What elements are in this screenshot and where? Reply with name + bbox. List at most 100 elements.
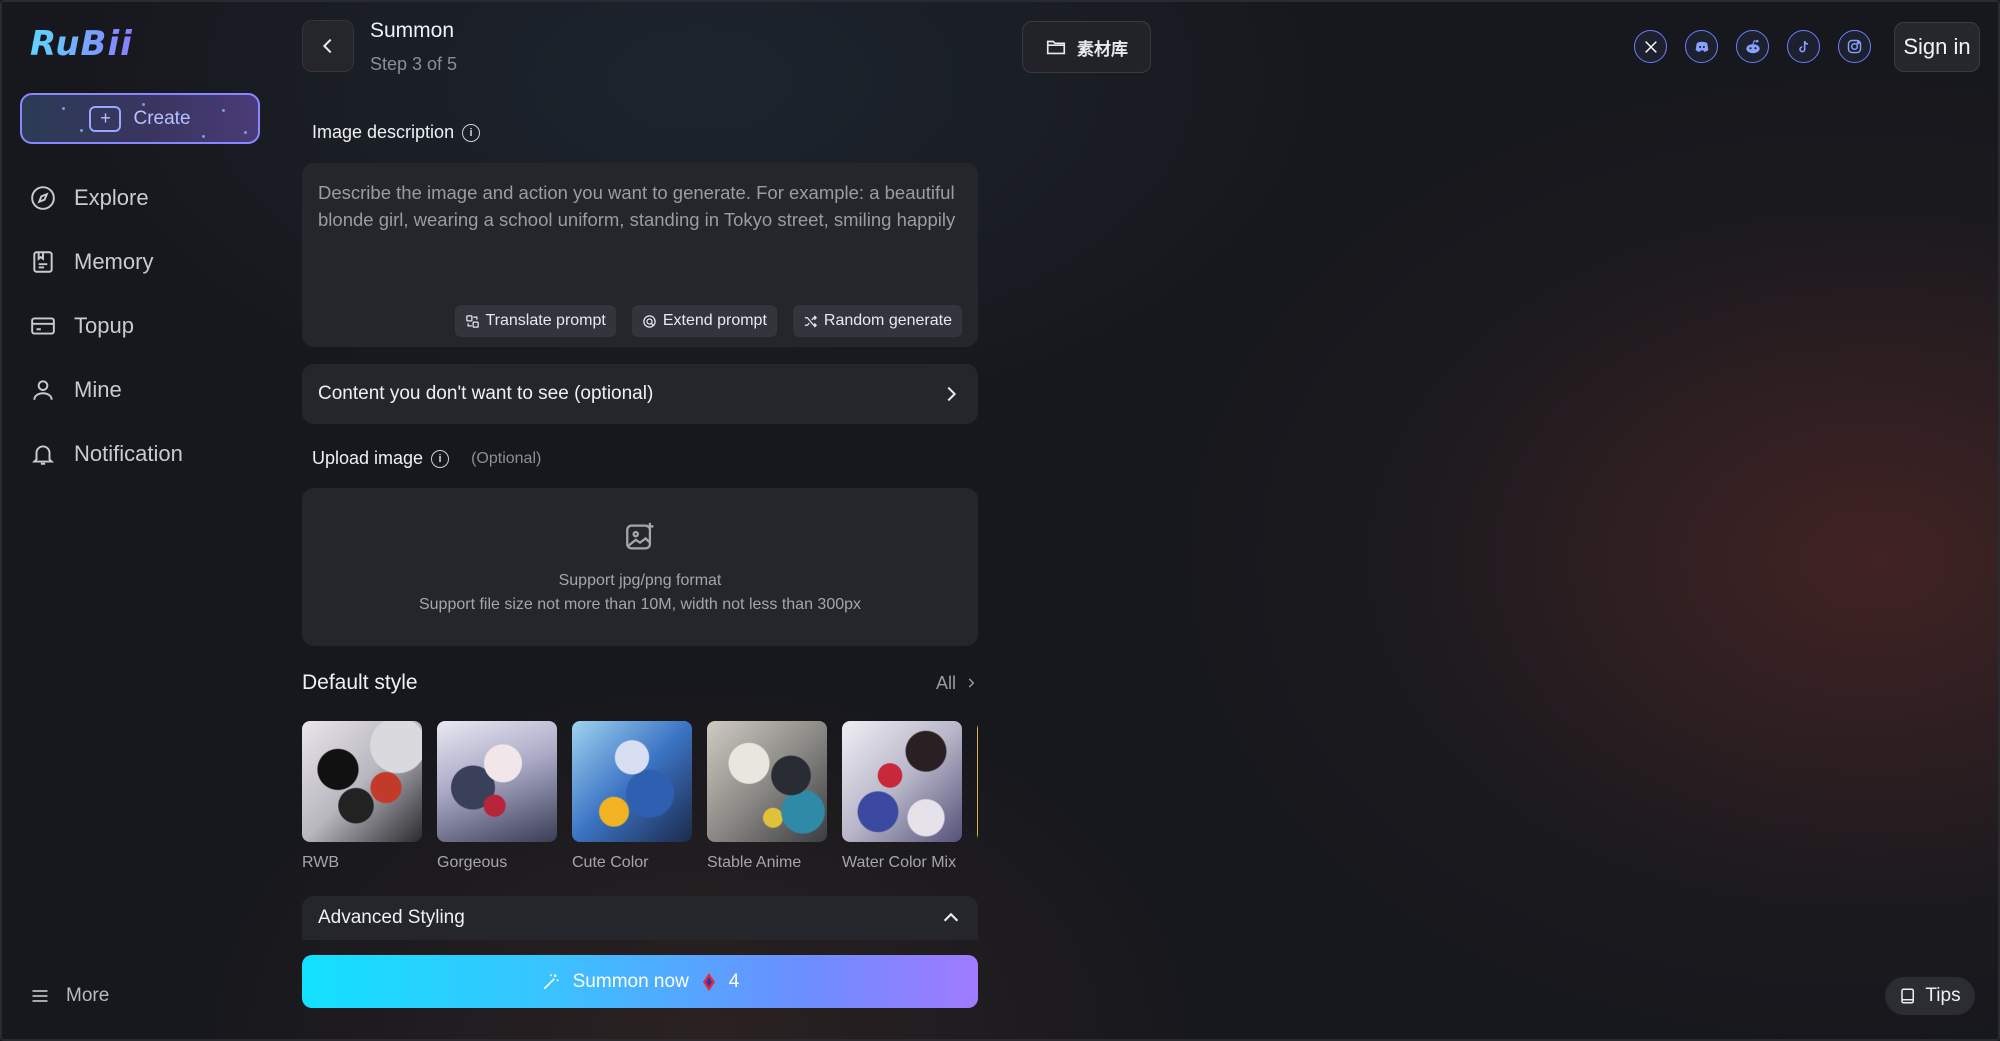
translate-prompt-button[interactable]: Translate prompt: [454, 305, 616, 337]
upload-dropzone[interactable]: Support jpg/png format Support file size…: [302, 488, 978, 646]
tips-button[interactable]: Tips: [1885, 977, 1975, 1015]
user-icon: [33, 380, 53, 400]
shuffle-icon: [804, 314, 817, 328]
negative-prompt-label: Content you don't want to see (optional): [318, 383, 654, 404]
style-carousel: RWB Gorgeous Cute Color Stable Anime Wat…: [302, 721, 978, 881]
chevron-up-icon: [943, 912, 959, 922]
upload-format-text: Support jpg/png format: [558, 572, 722, 589]
x-icon[interactable]: [1634, 30, 1667, 63]
compass-icon: [31, 186, 55, 210]
wallet-icon: [31, 317, 55, 335]
style-thumbnail: [842, 721, 962, 842]
default-style-header: Default style All: [302, 671, 978, 695]
style-card-partial[interactable]: I: [977, 721, 978, 881]
sidebar-item-label: Explore: [74, 185, 149, 210]
advanced-styling-label: Advanced Styling: [318, 907, 465, 928]
social-links: [1634, 30, 1871, 63]
gem-icon: [702, 972, 715, 991]
page-title: Summon: [370, 19, 455, 42]
upload-label-row: Upload image i (Optional): [312, 448, 541, 469]
sidebar-item-label: Topup: [74, 313, 134, 338]
sidebar-item-label: Mine: [74, 377, 122, 402]
upload-label: Upload image: [312, 448, 424, 468]
info-icon[interactable]: i: [462, 123, 481, 142]
memory-icon: [33, 251, 53, 273]
extend-prompt-button[interactable]: Extend prompt: [631, 305, 777, 337]
style-thumbnail: [707, 721, 827, 842]
translate-icon: [465, 314, 479, 328]
style-thumbnail: [572, 721, 692, 842]
step-indicator: Step 3 of 5: [370, 54, 458, 74]
upload-size-text: Support file size not more than 10M, wid…: [418, 596, 862, 613]
style-name: Water Color Mix: [842, 854, 957, 871]
extend-icon: [643, 314, 656, 328]
style-card-stable-anime[interactable]: Stable Anime: [707, 721, 827, 881]
sidebar-item-explore[interactable]: Explore: [30, 166, 183, 230]
plus-icon: +: [89, 105, 122, 132]
info-icon[interactable]: i: [431, 449, 450, 468]
style-thumbnail: [977, 721, 978, 842]
instagram-icon[interactable]: [1838, 30, 1871, 63]
description-label: Image description: [312, 122, 455, 142]
sidebar-item-topup[interactable]: Topup: [30, 294, 183, 358]
folder-icon: [1046, 40, 1066, 55]
chevron-right-icon: [968, 678, 975, 688]
style-name: I: [977, 854, 978, 872]
sign-in-button[interactable]: Sign in: [1894, 22, 1980, 72]
logo[interactable]: RuBii: [30, 24, 133, 64]
sidebar-item-label: Notification: [74, 441, 183, 466]
advanced-styling-row[interactable]: Advanced Styling: [302, 896, 978, 940]
chevron-left-icon: [322, 38, 332, 54]
discord-icon[interactable]: [1685, 30, 1718, 63]
random-generate-label: Random generate: [823, 312, 952, 329]
summon-now-button[interactable]: Summon now 4: [302, 955, 978, 1008]
negative-prompt-row[interactable]: Content you don't want to see (optional): [302, 364, 978, 424]
more-button[interactable]: More: [30, 985, 109, 1007]
style-thumbnail: [302, 721, 422, 842]
style-name: Gorgeous: [437, 854, 508, 871]
create-button[interactable]: + Create: [20, 93, 260, 144]
upload-optional-label: (Optional): [471, 449, 542, 467]
description-label-row: Image description i: [312, 122, 481, 143]
summon-now-label: Summon now: [572, 970, 689, 992]
sidebar: RuBii + Create Explore Memory Topup Mine…: [0, 0, 280, 1041]
magic-wand-icon: [543, 974, 559, 989]
description-input[interactable]: [318, 179, 962, 299]
style-thumbnail: [437, 721, 557, 842]
style-name: Stable Anime: [707, 854, 802, 871]
random-generate-button[interactable]: Random generate: [792, 305, 962, 337]
style-card-cute-color[interactable]: Cute Color: [572, 721, 692, 881]
material-library-label: 素材库: [1077, 39, 1128, 60]
style-name: RWB: [302, 854, 340, 871]
summon-cost: 4: [728, 970, 740, 992]
chevron-right-icon: [947, 386, 957, 402]
translate-prompt-label: Translate prompt: [485, 312, 606, 329]
default-style-title: Default style: [302, 671, 418, 694]
back-button[interactable]: [302, 20, 354, 72]
sidebar-nav: Explore Memory Topup Mine Notification: [30, 166, 183, 486]
material-library-button[interactable]: 素材库: [1022, 21, 1151, 73]
style-name: Cute Color: [572, 854, 649, 871]
sidebar-item-notification[interactable]: Notification: [30, 422, 183, 486]
prompt-tools: Translate prompt Extend prompt Random ge…: [454, 305, 962, 337]
page-background: [0, 0, 2000, 1041]
bell-icon: [31, 445, 55, 465]
sidebar-item-memory[interactable]: Memory: [30, 230, 183, 294]
all-styles-label: All: [935, 672, 956, 693]
sidebar-item-label: Memory: [74, 249, 154, 274]
style-card-rwb[interactable]: RWB: [302, 721, 422, 881]
sidebar-item-mine[interactable]: Mine: [30, 358, 183, 422]
reddit-icon[interactable]: [1736, 30, 1769, 63]
tips-label: Tips: [1925, 985, 1961, 1006]
style-card-gorgeous[interactable]: Gorgeous: [437, 721, 557, 881]
add-image-icon: [626, 522, 654, 550]
menu-icon: [32, 990, 48, 1002]
description-field: Translate prompt Extend prompt Random ge…: [302, 163, 978, 347]
extend-prompt-label: Extend prompt: [662, 312, 767, 329]
book-icon: [1901, 988, 1915, 1004]
tiktok-icon[interactable]: [1787, 30, 1820, 63]
all-styles-link[interactable]: All: [936, 673, 978, 694]
create-label: Create: [133, 107, 191, 129]
style-card-water-color-mix[interactable]: Water Color Mix: [842, 721, 962, 881]
more-label: More: [66, 985, 110, 1006]
